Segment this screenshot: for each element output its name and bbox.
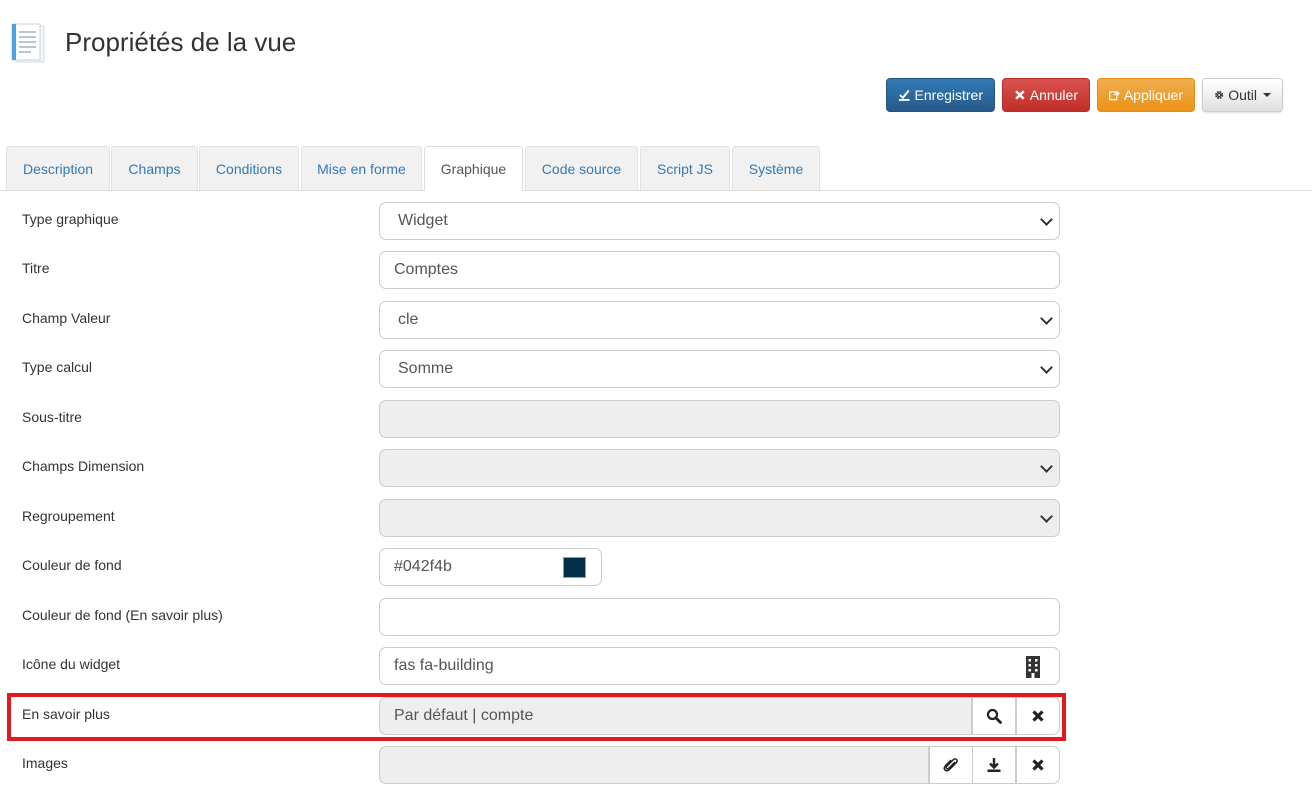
type-calcul-label: Type calcul xyxy=(22,359,93,375)
close-icon xyxy=(1032,759,1044,771)
row-icone-widget: Icône du widget fas fa-building xyxy=(0,647,1312,687)
row-regroupement: Regroupement xyxy=(0,499,1312,539)
share-icon xyxy=(1109,91,1120,101)
regroupement-select[interactable] xyxy=(379,499,1060,537)
cancel-button-label: Annuler xyxy=(1029,87,1078,103)
champ-valeur-select[interactable]: cle xyxy=(379,301,1060,339)
champs-dimension-label: Champs Dimension xyxy=(22,458,145,474)
color-swatch[interactable] xyxy=(563,557,586,578)
couleur-fond-value: #042f4b xyxy=(394,558,452,575)
download-icon xyxy=(987,758,1001,772)
couleur-fond-label: Couleur de fond xyxy=(22,557,122,573)
tab-champs[interactable]: Champs xyxy=(111,146,198,190)
close-icon xyxy=(1032,710,1044,722)
save-button[interactable]: Enregistrer xyxy=(886,78,995,112)
en-savoir-plus-label: En savoir plus xyxy=(22,706,110,722)
champ-valeur-value: cle xyxy=(398,311,419,328)
tool-dropdown-button[interactable]: Outil xyxy=(1202,78,1283,112)
tab-conditions[interactable]: Conditions xyxy=(199,146,299,190)
tab-systeme[interactable]: Système xyxy=(732,146,820,190)
tool-button-label: Outil xyxy=(1228,87,1257,103)
row-couleur-fond-plus: Couleur de fond (En savoir plus) xyxy=(0,598,1312,638)
type-graphique-select[interactable]: Widget xyxy=(379,202,1060,240)
tab-mise-en-forme[interactable]: Mise en forme xyxy=(301,146,422,190)
cancel-button[interactable]: Annuler xyxy=(1002,78,1090,112)
row-champs-dimension: Champs Dimension xyxy=(0,449,1312,489)
tab-script-js[interactable]: Script JS xyxy=(640,146,730,190)
row-type-graphique: Type graphique Widget xyxy=(0,202,1312,242)
type-calcul-select[interactable]: Somme xyxy=(379,350,1060,388)
clear-button[interactable] xyxy=(1016,697,1060,735)
page-title: Propriétés de la vue xyxy=(65,27,297,57)
save-check-icon xyxy=(898,89,910,101)
building-icon xyxy=(1026,656,1040,678)
download-button[interactable] xyxy=(972,746,1016,784)
titre-input[interactable]: Comptes xyxy=(379,251,1060,289)
gear-icon xyxy=(1215,90,1224,100)
row-champ-valeur: Champ Valeur cle xyxy=(0,301,1312,341)
chevron-down-icon xyxy=(1040,312,1053,325)
document-list-icon xyxy=(11,23,45,63)
chevron-down-icon xyxy=(1040,213,1053,226)
type-graphique-value: Widget xyxy=(398,212,448,229)
icone-widget-value: fas fa-building xyxy=(394,657,494,674)
sous-titre-input[interactable] xyxy=(379,400,1060,438)
search-icon xyxy=(986,708,1002,724)
row-couleur-fond: Couleur de fond #042f4b xyxy=(0,548,1312,588)
chevron-down-icon xyxy=(1040,510,1053,523)
toolbar: Enregistrer Annuler Appliquer Outil xyxy=(886,78,1283,112)
en-savoir-plus-value: Par défaut | compte xyxy=(394,707,534,724)
row-type-calcul: Type calcul Somme xyxy=(0,350,1312,390)
close-icon xyxy=(1015,90,1025,100)
tab-description[interactable]: Description xyxy=(6,146,110,190)
type-calcul-value: Somme xyxy=(398,360,454,377)
tab-graphique[interactable]: Graphique xyxy=(424,146,523,191)
attach-button[interactable] xyxy=(929,746,973,784)
icone-widget-input[interactable]: fas fa-building xyxy=(379,647,1060,685)
save-button-label: Enregistrer xyxy=(914,87,983,103)
couleur-fond-input[interactable]: #042f4b xyxy=(379,548,602,586)
row-images: Images xyxy=(0,746,1312,786)
row-en-savoir-plus: En savoir plus Par défaut | compte xyxy=(0,697,1312,737)
images-input[interactable] xyxy=(379,746,929,784)
caret-down-icon xyxy=(1263,93,1271,97)
type-graphique-label: Type graphique xyxy=(22,211,119,227)
icone-widget-label: Icône du widget xyxy=(22,656,121,672)
row-titre: Titre Comptes xyxy=(0,251,1312,291)
tab-bar: Description Champs Conditions Mise en fo… xyxy=(0,146,1312,191)
chevron-down-icon xyxy=(1040,460,1053,473)
titre-label: Titre xyxy=(22,260,50,276)
images-label: Images xyxy=(22,755,68,771)
couleur-fond-plus-label: Couleur de fond (En savoir plus) xyxy=(22,607,223,623)
tab-code-source[interactable]: Code source xyxy=(525,146,638,190)
regroupement-label: Regroupement xyxy=(22,508,115,524)
row-sous-titre: Sous-titre xyxy=(0,400,1312,440)
champ-valeur-label: Champ Valeur xyxy=(22,310,111,326)
search-button[interactable] xyxy=(972,697,1016,735)
titre-value: Comptes xyxy=(394,261,459,278)
paperclip-icon xyxy=(943,758,958,772)
champs-dimension-select[interactable] xyxy=(379,449,1060,487)
sous-titre-label: Sous-titre xyxy=(22,409,82,425)
couleur-fond-plus-input[interactable] xyxy=(379,598,1060,636)
remove-button[interactable] xyxy=(1016,746,1060,784)
chevron-down-icon xyxy=(1040,361,1053,374)
apply-button[interactable]: Appliquer xyxy=(1097,78,1195,112)
en-savoir-plus-input[interactable]: Par défaut | compte xyxy=(379,697,972,735)
apply-button-label: Appliquer xyxy=(1123,87,1183,103)
